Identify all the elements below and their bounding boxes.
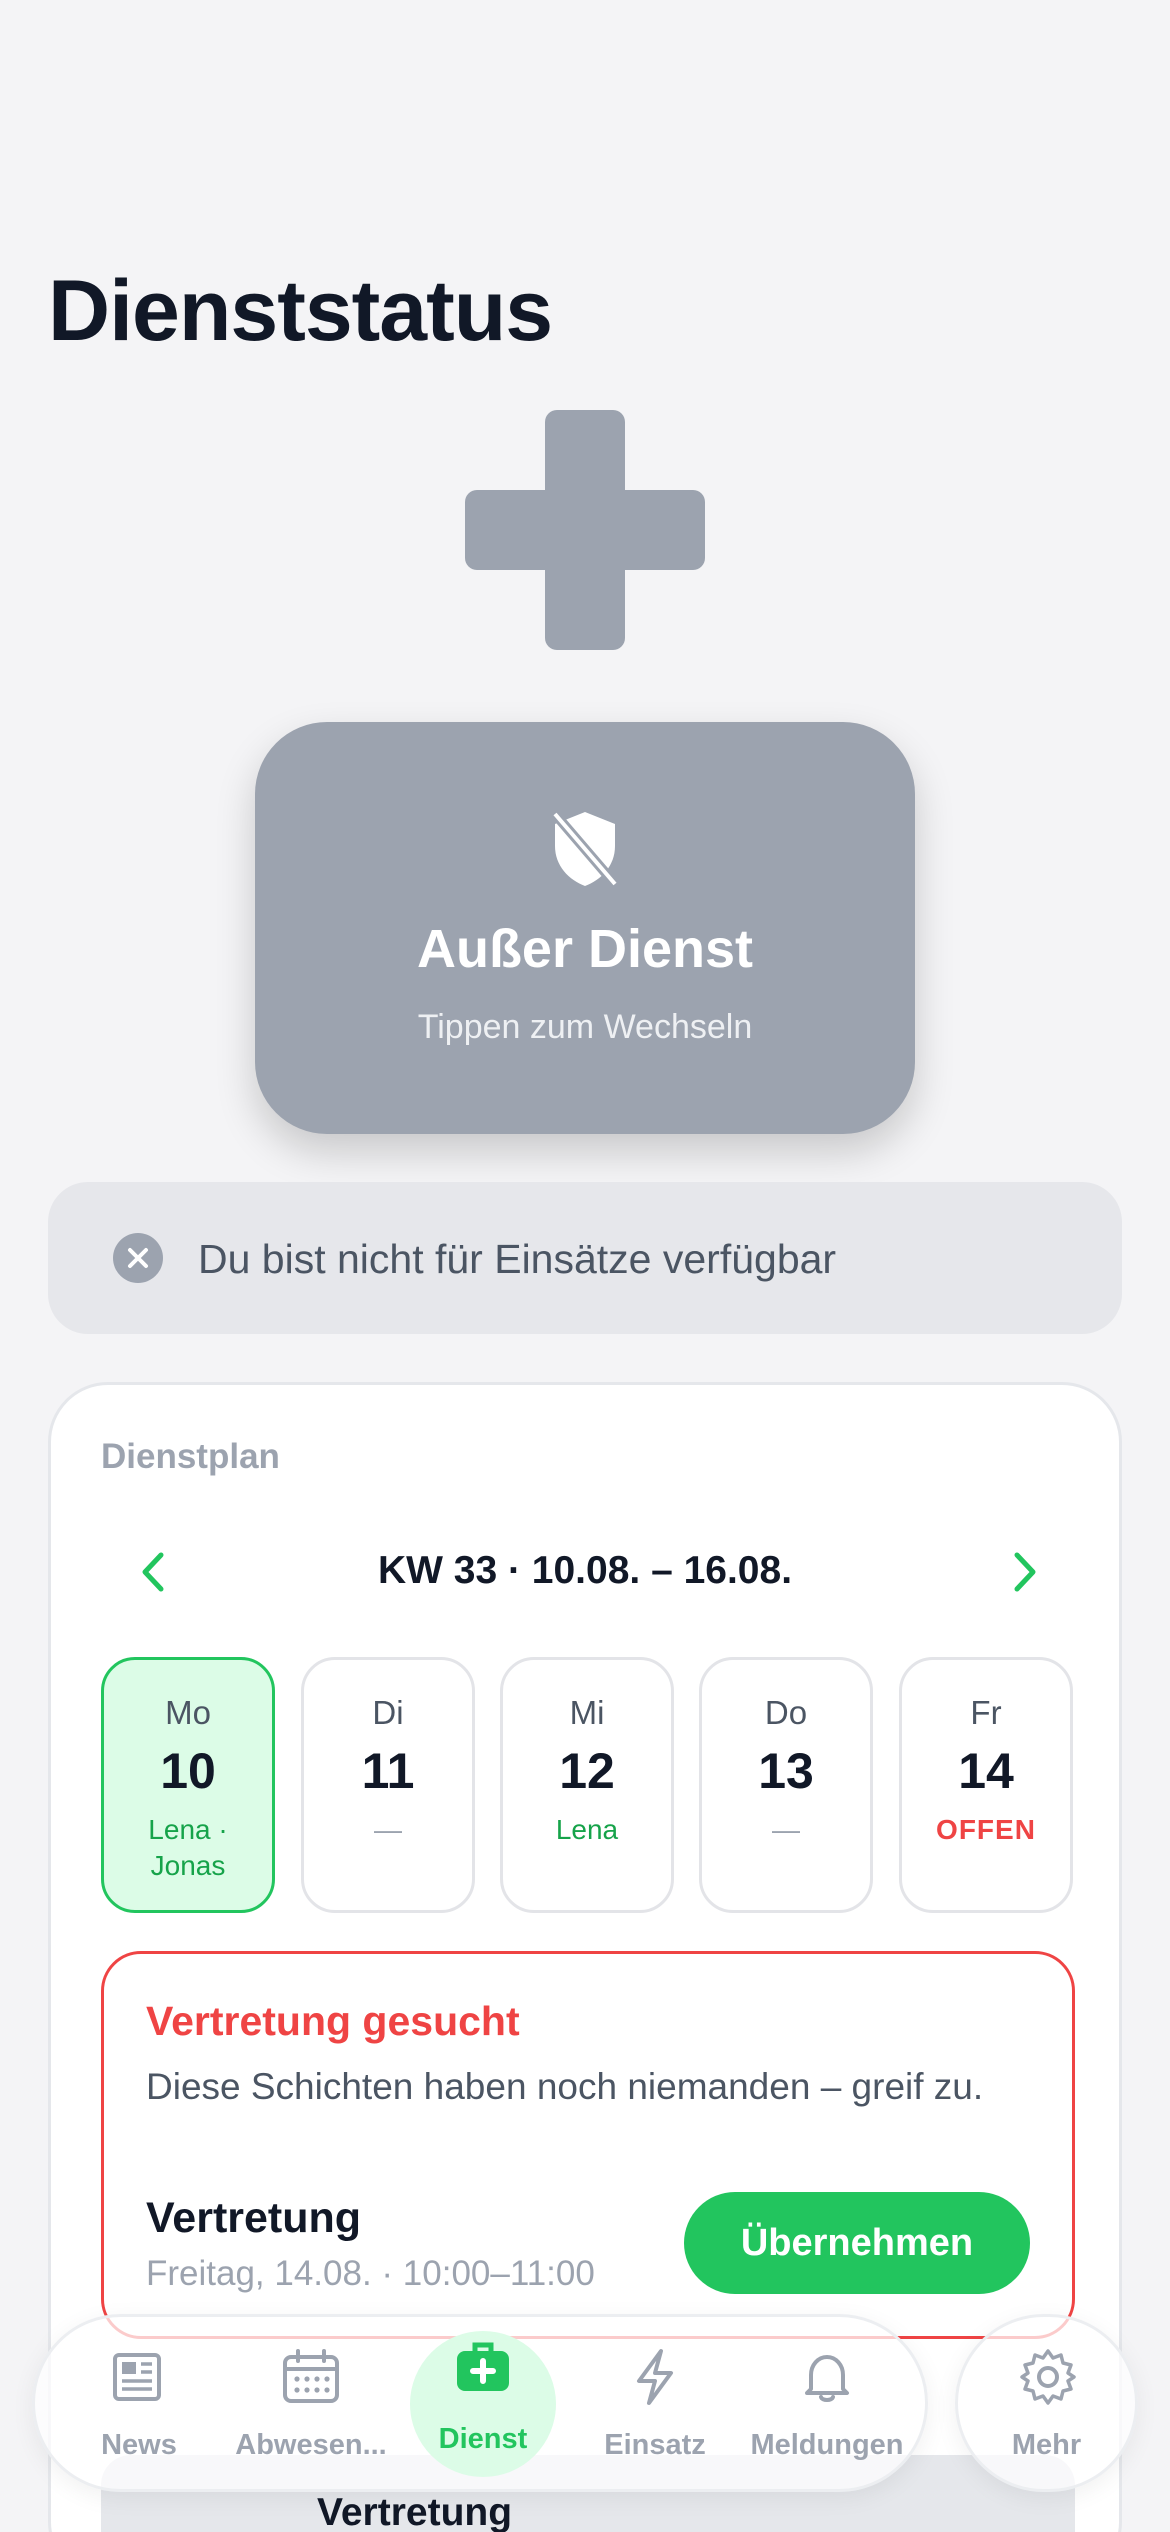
duty-status-label: Außer Dienst <box>416 919 754 979</box>
tab-label: Abwesen... <box>235 2429 387 2461</box>
day-cell-do[interactable]: Do 13 — <box>699 1657 873 1913</box>
bell-icon <box>805 2355 849 2402</box>
tab-label: News <box>101 2429 177 2461</box>
tab-news[interactable]: News <box>53 2317 225 2495</box>
page-title: Dienststatus <box>48 263 553 359</box>
vacancy-description: Diese Schichten haben noch niemanden – g… <box>146 2066 984 2107</box>
tab-reports[interactable]: Meldungen <box>741 2317 913 2495</box>
day-name: Mi <box>569 1694 605 1731</box>
day-cell-di[interactable]: Di 11 — <box>301 1657 475 1913</box>
day-cell-fr[interactable]: Fr 14 OFFEN <box>899 1657 1073 1913</box>
week-label: KW 33 · 10.08. – 16.08. <box>377 1549 793 1592</box>
newspaper-icon <box>113 2353 161 2401</box>
duty-plan-label: Dienstplan <box>101 1437 280 1476</box>
availability-text: Du bist nicht für Einsätze verfügbar <box>198 1236 837 1282</box>
tab-duty[interactable]: Dienst <box>397 2317 569 2495</box>
calendar-icon <box>283 2349 339 2403</box>
tab-label: Meldungen <box>750 2429 904 2461</box>
day-name: Mo <box>165 1694 211 1731</box>
day-number: 13 <box>758 1743 814 1799</box>
more-button[interactable]: Mehr <box>955 2314 1138 2492</box>
chevron-right-icon[interactable] <box>999 1547 1049 1597</box>
day-cell-mi[interactable]: Mi 12 Lena <box>500 1657 674 1913</box>
medical-cross-icon <box>465 410 705 650</box>
shift-title: Vertretung <box>146 2194 362 2242</box>
more-label: Mehr <box>1011 2429 1082 2461</box>
day-number: 11 <box>361 1743 415 1799</box>
tab-label: Dienst <box>438 2423 528 2455</box>
day-open-badge: OFFEN <box>936 1814 1036 1845</box>
day-assignee: — <box>772 1814 800 1845</box>
next-shift-title: Vertretung <box>317 2491 513 2532</box>
day-number: 10 <box>160 1743 216 1799</box>
bolt-icon <box>637 2349 673 2405</box>
vacancy-card: Vertretung gesucht Diese Schichten haben… <box>101 1951 1075 2339</box>
duty-status-toggle-button[interactable]: Außer Dienst Tippen zum Wechseln <box>255 722 915 1134</box>
vacancy-title: Vertretung gesucht <box>146 1998 520 2044</box>
close-circle-icon <box>113 1233 163 1283</box>
tab-mission[interactable]: Einsatz <box>569 2317 741 2495</box>
day-assignee: Lena · Jonas <box>148 1814 228 1881</box>
day-name: Do <box>764 1694 808 1731</box>
day-number: 12 <box>559 1743 615 1799</box>
day-name: Fr <box>970 1694 1002 1731</box>
tab-bar: News Abwesen... Dienst Einsatz Meldungen <box>32 2314 928 2492</box>
medkit-icon <box>457 2342 509 2391</box>
day-assignee: Lena <box>555 1814 619 1845</box>
tab-absences[interactable]: Abwesen... <box>225 2317 397 2495</box>
shift-time: Freitag, 14.08. · 10:00–11:00 <box>146 2254 595 2293</box>
shield-off-icon <box>551 810 619 888</box>
take-over-button[interactable]: Übernehmen <box>684 2192 1030 2294</box>
day-assignee: — <box>374 1814 402 1845</box>
availability-banner: Du bist nicht für Einsätze verfügbar <box>48 1182 1122 1334</box>
day-name: Di <box>372 1694 404 1731</box>
gear-icon <box>1020 2349 1076 2405</box>
duty-status-hint: Tippen zum Wechseln <box>417 1008 753 1046</box>
tab-label: Einsatz <box>604 2429 706 2461</box>
day-cell-mo[interactable]: Mo 10 Lena · Jonas <box>101 1657 275 1913</box>
day-number: 14 <box>958 1743 1014 1799</box>
